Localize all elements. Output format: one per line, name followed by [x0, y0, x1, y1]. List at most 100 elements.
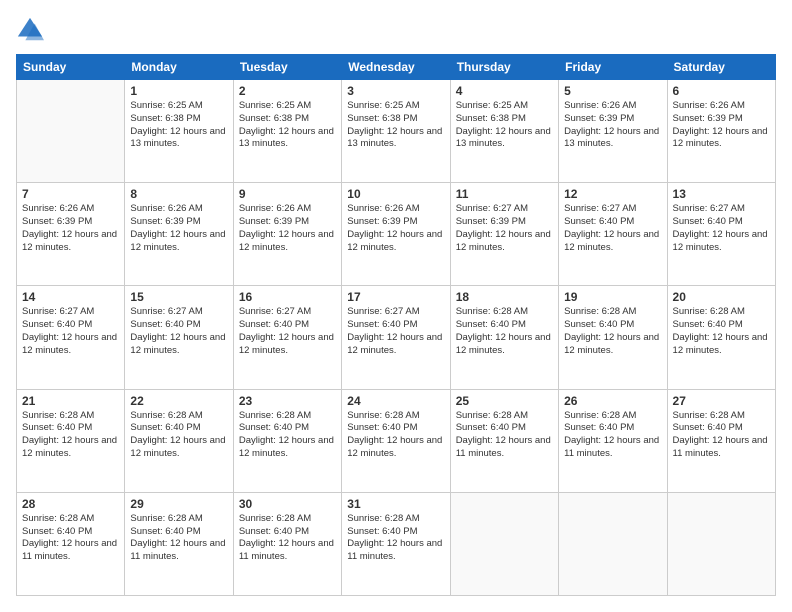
day-cell: 24 Sunrise: 6:28 AM Sunset: 6:40 PM Dayli… [342, 389, 450, 492]
day-info: Sunrise: 6:28 AM Sunset: 6:40 PM Dayligh… [673, 410, 770, 461]
week-row-5: 28 Sunrise: 6:28 AM Sunset: 6:40 PM Dayli… [17, 492, 776, 595]
day-cell: 4 Sunrise: 6:25 AM Sunset: 6:38 PM Daylig… [450, 80, 558, 183]
day-cell [667, 492, 775, 595]
day-number: 14 [22, 290, 119, 304]
day-info: Sunrise: 6:27 AM Sunset: 6:39 PM Dayligh… [456, 203, 553, 254]
day-info: Sunrise: 6:26 AM Sunset: 6:39 PM Dayligh… [347, 203, 444, 254]
day-info: Sunrise: 6:28 AM Sunset: 6:40 PM Dayligh… [22, 513, 119, 564]
page: SundayMondayTuesdayWednesdayThursdayFrid… [0, 0, 792, 612]
day-cell: 17 Sunrise: 6:27 AM Sunset: 6:40 PM Dayli… [342, 286, 450, 389]
day-cell [450, 492, 558, 595]
day-number: 20 [673, 290, 770, 304]
day-info: Sunrise: 6:28 AM Sunset: 6:40 PM Dayligh… [130, 513, 227, 564]
day-cell: 31 Sunrise: 6:28 AM Sunset: 6:40 PM Dayli… [342, 492, 450, 595]
day-cell: 28 Sunrise: 6:28 AM Sunset: 6:40 PM Dayli… [17, 492, 125, 595]
day-number: 3 [347, 84, 444, 98]
day-number: 22 [130, 394, 227, 408]
day-info: Sunrise: 6:28 AM Sunset: 6:40 PM Dayligh… [22, 410, 119, 461]
day-info: Sunrise: 6:28 AM Sunset: 6:40 PM Dayligh… [239, 410, 336, 461]
day-info: Sunrise: 6:25 AM Sunset: 6:38 PM Dayligh… [347, 100, 444, 151]
day-cell [559, 492, 667, 595]
day-number: 28 [22, 497, 119, 511]
day-info: Sunrise: 6:27 AM Sunset: 6:40 PM Dayligh… [673, 203, 770, 254]
day-cell: 12Sunrise: 6:27 AM Sunset: 6:40 PM Dayli… [559, 183, 667, 286]
day-number: 13 [673, 187, 770, 201]
day-number: 31 [347, 497, 444, 511]
day-number: 5 [564, 84, 661, 98]
day-cell: 26Sunrise: 6:28 AM Sunset: 6:40 PM Dayli… [559, 389, 667, 492]
day-info: Sunrise: 6:27 AM Sunset: 6:40 PM Dayligh… [347, 306, 444, 357]
day-cell: 2 Sunrise: 6:25 AM Sunset: 6:38 PM Daylig… [233, 80, 341, 183]
day-info: Sunrise: 6:28 AM Sunset: 6:40 PM Dayligh… [239, 513, 336, 564]
weekday-header-row: SundayMondayTuesdayWednesdayThursdayFrid… [17, 55, 776, 80]
logo [16, 16, 48, 44]
day-cell [17, 80, 125, 183]
day-number: 12 [564, 187, 661, 201]
day-info: Sunrise: 6:27 AM Sunset: 6:40 PM Dayligh… [22, 306, 119, 357]
day-number: 19 [564, 290, 661, 304]
weekday-header-friday: Friday [559, 55, 667, 80]
day-cell: 19 Sunrise: 6:28 AM Sunset: 6:40 PM Dayli… [559, 286, 667, 389]
day-info: Sunrise: 6:28 AM Sunset: 6:40 PM Dayligh… [456, 410, 553, 461]
day-number: 9 [239, 187, 336, 201]
day-cell: 30 Sunrise: 6:28 AM Sunset: 6:40 PM Dayli… [233, 492, 341, 595]
day-number: 6 [673, 84, 770, 98]
day-info: Sunrise: 6:28 AM Sunset: 6:40 PM Dayligh… [347, 410, 444, 461]
day-cell: 3 Sunrise: 6:25 AM Sunset: 6:38 PM Daylig… [342, 80, 450, 183]
day-info: Sunrise: 6:28 AM Sunset: 6:40 PM Dayligh… [456, 306, 553, 357]
day-cell: 16 Sunrise: 6:27 AM Sunset: 6:40 PM Dayli… [233, 286, 341, 389]
weekday-header-sunday: Sunday [17, 55, 125, 80]
day-number: 17 [347, 290, 444, 304]
day-cell: 10 Sunrise: 6:26 AM Sunset: 6:39 PM Dayli… [342, 183, 450, 286]
day-cell: 8Sunrise: 6:26 AM Sunset: 6:39 PM Daylig… [125, 183, 233, 286]
day-info: Sunrise: 6:25 AM Sunset: 6:38 PM Dayligh… [130, 100, 227, 151]
weekday-header-thursday: Thursday [450, 55, 558, 80]
logo-icon [16, 16, 44, 44]
day-cell: 7Sunrise: 6:26 AM Sunset: 6:39 PM Daylig… [17, 183, 125, 286]
header [16, 16, 776, 44]
day-cell: 25 Sunrise: 6:28 AM Sunset: 6:40 PM Dayli… [450, 389, 558, 492]
calendar-table: SundayMondayTuesdayWednesdayThursdayFrid… [16, 54, 776, 596]
day-number: 2 [239, 84, 336, 98]
week-row-2: 7 Sunrise: 6:26 AM Sunset: 6:39 PM Daylig… [17, 183, 776, 286]
day-number: 18 [456, 290, 553, 304]
week-row-4: 21 Sunrise: 6:28 AM Sunset: 6:40 PM Dayli… [17, 389, 776, 492]
day-cell: 21 Sunrise: 6:28 AM Sunset: 6:40 PM Dayli… [17, 389, 125, 492]
day-info: Sunrise: 6:27 AM Sunset: 6:40 PM Dayligh… [239, 306, 336, 357]
day-cell: 13 Sunrise: 6:27 AM Sunset: 6:40 PM Dayli… [667, 183, 775, 286]
week-row-3: 14 Sunrise: 6:27 AM Sunset: 6:40 PM Dayli… [17, 286, 776, 389]
day-cell: 6 Sunrise: 6:26 AM Sunset: 6:39 PM Daylig… [667, 80, 775, 183]
day-number: 7 [22, 187, 119, 201]
day-number: 10 [347, 187, 444, 201]
day-info: Sunrise: 6:26 AM Sunset: 6:39 PM Dayligh… [564, 100, 661, 151]
day-cell: 11Sunrise: 6:27 AM Sunset: 6:39 PM Dayli… [450, 183, 558, 286]
day-number: 4 [456, 84, 553, 98]
day-info: Sunrise: 6:25 AM Sunset: 6:38 PM Dayligh… [239, 100, 336, 151]
day-cell: 14 Sunrise: 6:27 AM Sunset: 6:40 PM Dayli… [17, 286, 125, 389]
day-number: 24 [347, 394, 444, 408]
weekday-header-saturday: Saturday [667, 55, 775, 80]
day-number: 30 [239, 497, 336, 511]
day-cell: 20 Sunrise: 6:28 AM Sunset: 6:40 PM Dayli… [667, 286, 775, 389]
day-info: Sunrise: 6:25 AM Sunset: 6:38 PM Dayligh… [456, 100, 553, 151]
day-info: Sunrise: 6:26 AM Sunset: 6:39 PM Dayligh… [130, 203, 227, 254]
day-cell: 23Sunrise: 6:28 AM Sunset: 6:40 PM Dayli… [233, 389, 341, 492]
day-info: Sunrise: 6:27 AM Sunset: 6:40 PM Dayligh… [130, 306, 227, 357]
day-info: Sunrise: 6:28 AM Sunset: 6:40 PM Dayligh… [347, 513, 444, 564]
day-cell: 27 Sunrise: 6:28 AM Sunset: 6:40 PM Dayli… [667, 389, 775, 492]
day-number: 29 [130, 497, 227, 511]
day-number: 27 [673, 394, 770, 408]
day-info: Sunrise: 6:28 AM Sunset: 6:40 PM Dayligh… [673, 306, 770, 357]
day-info: Sunrise: 6:28 AM Sunset: 6:40 PM Dayligh… [564, 306, 661, 357]
day-number: 1 [130, 84, 227, 98]
day-cell: 22Sunrise: 6:28 AM Sunset: 6:40 PM Dayli… [125, 389, 233, 492]
day-info: Sunrise: 6:28 AM Sunset: 6:40 PM Dayligh… [564, 410, 661, 461]
weekday-header-tuesday: Tuesday [233, 55, 341, 80]
day-number: 15 [130, 290, 227, 304]
day-number: 25 [456, 394, 553, 408]
day-cell: 15 Sunrise: 6:27 AM Sunset: 6:40 PM Dayli… [125, 286, 233, 389]
day-info: Sunrise: 6:26 AM Sunset: 6:39 PM Dayligh… [673, 100, 770, 151]
week-row-1: 1 Sunrise: 6:25 AM Sunset: 6:38 PM Daylig… [17, 80, 776, 183]
day-number: 21 [22, 394, 119, 408]
day-number: 16 [239, 290, 336, 304]
